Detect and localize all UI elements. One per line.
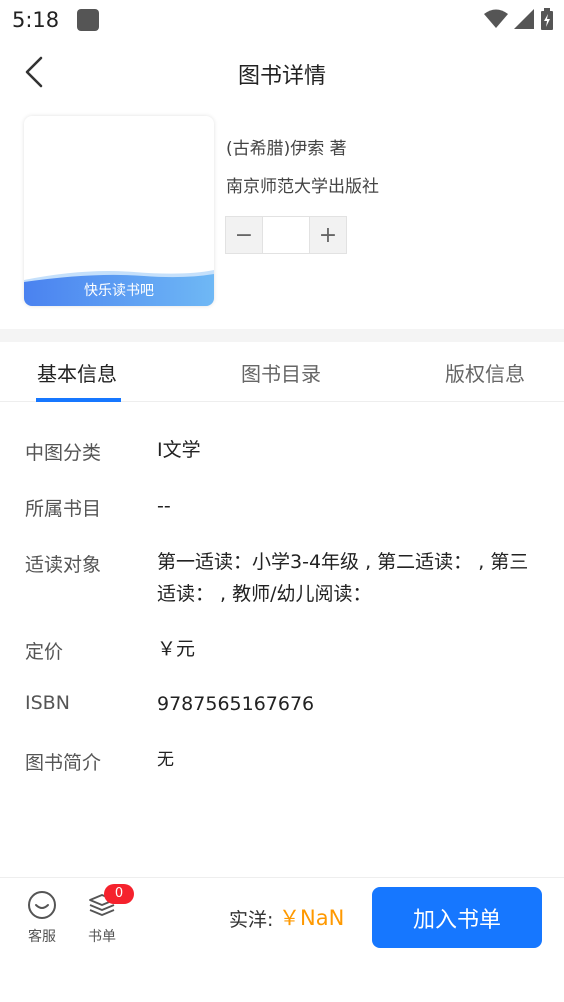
quantity-stepper: − + xyxy=(225,216,347,254)
bottom-bar: 客服 书单 0 实洋: ￥NaN 加入书单 xyxy=(0,877,564,1002)
smile-icon xyxy=(28,891,56,919)
info-label: 所属书目 xyxy=(25,498,102,520)
add-to-booklist-button[interactable]: 加入书单 xyxy=(372,887,542,948)
decrement-button[interactable]: − xyxy=(226,217,262,253)
book-summary: 快乐读书吧 (古希腊)伊索 著 南京师范大学出版社 − + xyxy=(0,104,564,329)
tab-catalog[interactable]: 图书目录 xyxy=(241,358,321,387)
price-value: ￥NaN xyxy=(279,906,345,930)
info-label: 适读对象 xyxy=(25,554,102,576)
notification-app-icon xyxy=(77,9,100,31)
book-cover[interactable]: 快乐读书吧 xyxy=(24,116,214,306)
status-bar: 5:18 xyxy=(0,0,564,40)
tab-bar: 基本信息 图书目录 版权信息 xyxy=(0,342,564,402)
info-value: 无 xyxy=(157,750,174,770)
active-tab-indicator xyxy=(36,398,121,402)
book-publisher: 南京师范大学出版社 xyxy=(226,177,379,197)
info-value: ￥元 xyxy=(157,638,196,660)
increment-button[interactable]: + xyxy=(310,217,346,253)
info-value: I文学 xyxy=(157,439,201,461)
title-bar: 图书详情 xyxy=(0,40,564,104)
page-title: 图书详情 xyxy=(237,64,326,89)
tab-basic-info[interactable]: 基本信息 xyxy=(37,358,117,387)
info-value: 第一适读：小学3-4年级 , 第二适读： , 第三适读： , 教师/幼儿阅读： xyxy=(157,551,529,605)
price-label: 实洋: xyxy=(229,909,274,931)
status-icons xyxy=(484,8,554,30)
tab-copyright[interactable]: 版权信息 xyxy=(445,358,525,387)
wifi-icon xyxy=(484,9,508,28)
cover-label: 快乐读书吧 xyxy=(84,283,154,299)
info-label: ISBN xyxy=(25,692,70,714)
battery-icon xyxy=(541,8,553,30)
status-time: 5:18 xyxy=(12,8,60,32)
info-value: -- xyxy=(157,495,171,517)
booklist-label: 书单 xyxy=(88,929,116,945)
book-author: (古希腊)伊索 著 xyxy=(226,139,347,159)
booklist-count-badge: 0 xyxy=(104,884,134,904)
customer-service-label: 客服 xyxy=(28,929,56,945)
customer-service-button[interactable]: 客服 xyxy=(19,890,65,946)
section-divider xyxy=(0,329,564,342)
quantity-input[interactable] xyxy=(262,217,310,253)
info-value: 9787565167676 xyxy=(157,693,315,715)
info-label: 定价 xyxy=(25,641,64,663)
info-label: 中图分类 xyxy=(25,442,102,464)
signal-icon xyxy=(514,9,534,29)
info-label: 图书简介 xyxy=(25,752,102,774)
